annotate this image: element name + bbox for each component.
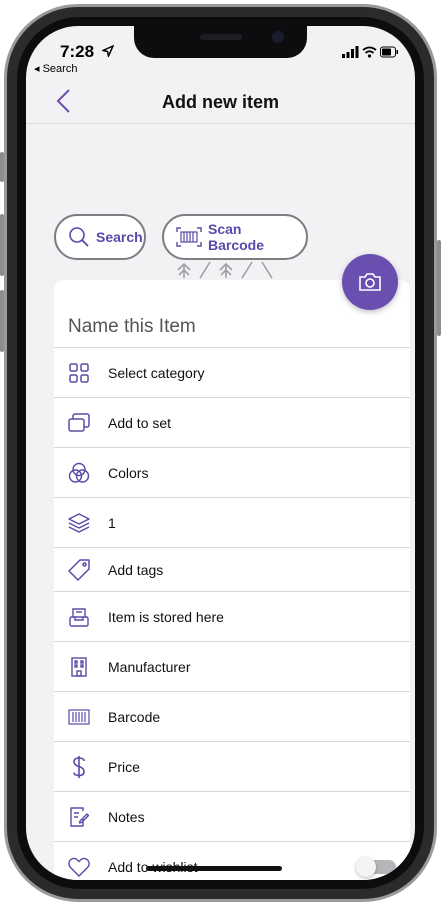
row-label: Add to set: [108, 414, 172, 431]
power-button: [437, 240, 441, 336]
row-add-to-set[interactable]: Add to set: [54, 398, 410, 448]
wishlist-toggle[interactable]: [356, 857, 396, 877]
wifi-icon: [362, 46, 377, 58]
row-storage-location[interactable]: Item is stored here: [54, 592, 410, 642]
status-time: 7:28: [60, 42, 95, 61]
row-label: Item is stored here: [108, 608, 224, 625]
barcode-icon: [68, 706, 90, 728]
scan-barcode-label: Scan Barcode: [208, 221, 265, 253]
volume-down-button: [0, 290, 4, 352]
row-notes[interactable]: Notes: [54, 792, 410, 842]
notch: [134, 26, 307, 58]
row-price[interactable]: Price: [54, 742, 410, 792]
row-add-to-wishlist[interactable]: Add to wishlist: [54, 842, 410, 880]
row-label: Manufacturer: [108, 658, 191, 675]
search-button[interactable]: Search: [54, 214, 146, 260]
search-icon: [69, 227, 89, 247]
front-camera: [272, 31, 284, 43]
row-label: Colors: [108, 464, 149, 481]
row-add-tags[interactable]: Add tags: [54, 548, 410, 592]
home-indicator: [146, 866, 282, 871]
color-circles-icon: [68, 462, 90, 484]
tag-icon: [68, 558, 90, 581]
tray-icon: [68, 606, 90, 628]
dollar-icon: [68, 755, 90, 778]
signal-icon: [342, 46, 359, 58]
page-title: Add new item: [161, 92, 279, 112]
row-barcode[interactable]: Barcode: [54, 692, 410, 742]
camera-button[interactable]: [342, 254, 398, 310]
row-select-category[interactable]: Select category: [54, 348, 410, 398]
layers-icon: [68, 512, 90, 534]
item-name-input[interactable]: [68, 316, 368, 338]
row-label: Select category: [108, 364, 205, 381]
navigation-bar: Add new item: [26, 80, 415, 124]
back-to-app-link[interactable]: ◂ Search: [34, 62, 77, 75]
search-button-label: Search: [96, 229, 143, 245]
row-label: Notes: [108, 808, 145, 825]
location-arrow-icon: [102, 45, 114, 57]
notes-icon: [68, 806, 90, 828]
battery-icon: [380, 46, 398, 58]
status-icons: [342, 46, 398, 58]
row-label: Price: [108, 758, 140, 775]
item-form-card: Select category Add to set Colors 1 Add …: [54, 280, 410, 880]
barcode-scan-icon: [176, 227, 202, 247]
grid-icon: [68, 362, 90, 384]
building-icon: [68, 656, 90, 678]
heart-icon: [68, 856, 90, 878]
row-quantity[interactable]: 1: [54, 498, 410, 548]
row-label: Add tags: [108, 561, 164, 578]
row-colors[interactable]: Colors: [54, 448, 410, 498]
volume-up-button: [0, 214, 4, 276]
row-label: 1: [108, 514, 116, 531]
scan-barcode-button[interactable]: Scan Barcode: [162, 214, 308, 260]
toggle-knob: [356, 857, 376, 877]
row-label: Barcode: [108, 708, 161, 725]
mute-switch: [0, 152, 4, 182]
screen: 7:28 ◂ Search Add new item Search Scan B…: [26, 26, 415, 880]
decorative-trees-icon: [177, 261, 273, 279]
row-manufacturer[interactable]: Manufacturer: [54, 642, 410, 692]
speaker: [200, 34, 242, 40]
stacked-cards-icon: [68, 412, 90, 434]
camera-icon: [359, 273, 381, 291]
